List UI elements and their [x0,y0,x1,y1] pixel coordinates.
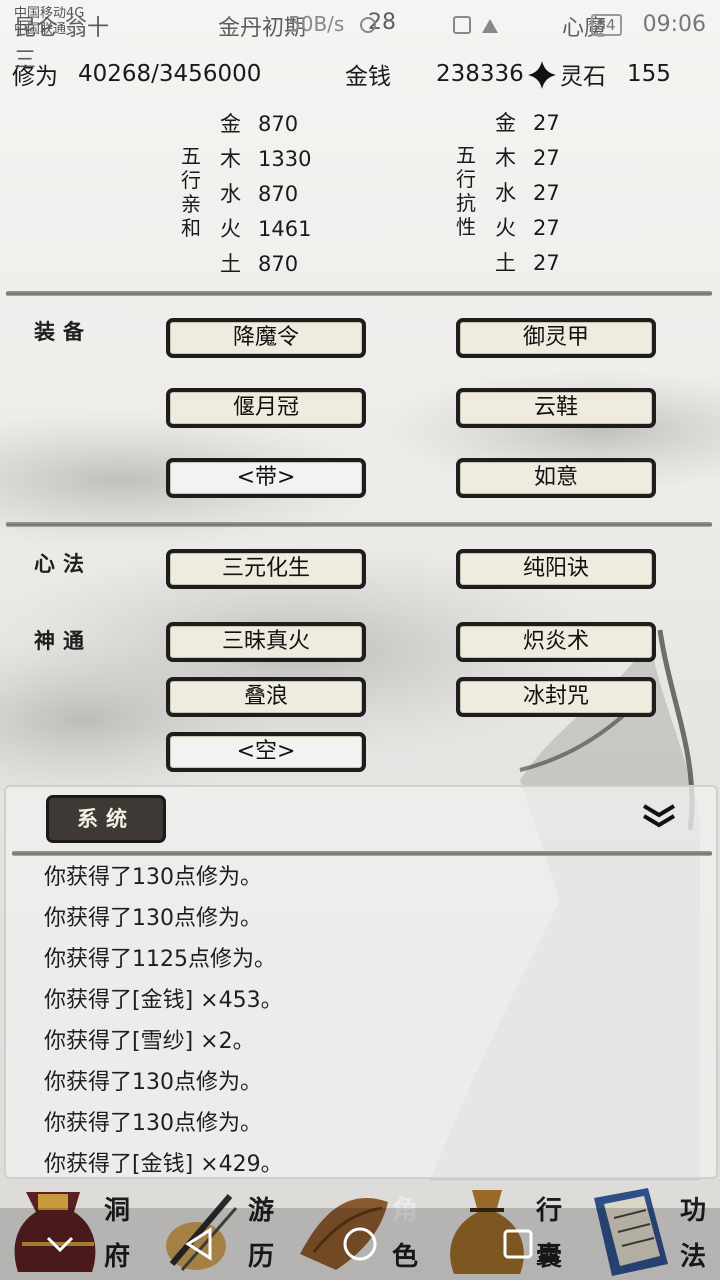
system-log-panel: 系统 你获得了130点修为。 你获得了130点修为。 你获得了1125点修为。 … [4,785,718,1179]
log-entry: 你获得了130点修为。 [44,1070,262,1095]
equip-slot-accessory[interactable]: 如意 [456,458,656,498]
collapse-icon[interactable] [642,803,676,829]
affinity-row-earth: 土 870 [220,252,299,276]
log-list: 你获得了130点修为。 你获得了130点修为。 你获得了1125点修为。 你获得… [44,857,694,1185]
status-bar: 昆仑 翁十三 金丹初期 28 心魔 中国移动4G 中国联通 50B/s 84 0… [0,0,720,73]
log-divider [12,851,712,856]
log-entry: 你获得了[金钱] ×453。 [44,988,283,1013]
back-icon[interactable] [180,1224,220,1264]
resistance-row-earth: 土 27 [495,251,560,275]
power-slot-5[interactable]: <空> [166,732,366,772]
system-tab[interactable]: 系统 [46,795,166,843]
affinity-row-fire: 火 1461 [220,217,312,241]
methods-label: 心法 [34,551,92,576]
net-speed: 50B/s [288,12,345,36]
log-entry: 你获得了[金钱] ×429。 [44,1152,283,1177]
log-entry: 你获得了1125点修为。 [44,947,276,972]
resistance-label: 五 行 抗 性 [456,143,476,239]
signal-icon [482,19,498,33]
affinity-row-wood: 木 1330 [220,147,312,171]
method-slot-1[interactable]: 三元化生 [166,549,366,589]
clock: 09:06 [642,12,706,37]
log-entry: 你获得了130点修为。 [44,906,262,931]
equipment-label: 装备 [34,319,92,344]
hide-nav-icon[interactable] [40,1224,80,1264]
equip-slot-shoes[interactable]: 云鞋 [456,388,656,428]
equip-slot-helmet[interactable]: 偃月冠 [166,388,366,428]
carrier-info: 中国移动4G 中国联通 [14,6,84,38]
log-entry: 你获得了130点修为。 [44,1111,262,1136]
right-status: 84 09:06 [590,12,706,37]
log-entry: 你获得了130点修为。 [44,865,262,890]
resistance-row-water: 水 27 [495,181,560,205]
power-slot-2[interactable]: 炽炎术 [456,622,656,662]
equip-slot-armor[interactable]: 御灵甲 [456,318,656,358]
affinity-label: 五 行 亲 和 [181,144,201,240]
carrier-1: 中国移动4G [14,6,85,21]
resistance-row-fire: 火 27 [495,216,560,240]
home-icon[interactable] [340,1224,380,1264]
recents-icon[interactable] [498,1224,538,1264]
power-slot-4[interactable]: 冰封咒 [456,677,656,717]
section-divider [6,291,712,296]
equip-slot-belt[interactable]: <带> [166,458,366,498]
system-nav-bar [0,1208,720,1280]
affinity-row-metal: 金 870 [220,112,299,136]
log-entry: 你获得了[雪纱] ×2。 [44,1029,255,1054]
location-icon [360,17,376,33]
resistance-row-metal: 金 27 [495,111,560,135]
resistance-row-wood: 木 27 [495,146,560,170]
power-slot-3[interactable]: 叠浪 [166,677,366,717]
battery-icon: 84 [590,14,622,36]
section-divider [6,522,712,527]
affinity-row-water: 水 870 [220,182,299,206]
carrier-2: 中国联通 [14,22,67,37]
equip-slot-weapon[interactable]: 降魔令 [166,318,366,358]
method-slot-2[interactable]: 纯阳诀 [456,549,656,589]
hd-icon [453,16,471,34]
status-icons [360,16,498,34]
power-slot-1[interactable]: 三昧真火 [166,622,366,662]
powers-label: 神通 [34,628,92,653]
